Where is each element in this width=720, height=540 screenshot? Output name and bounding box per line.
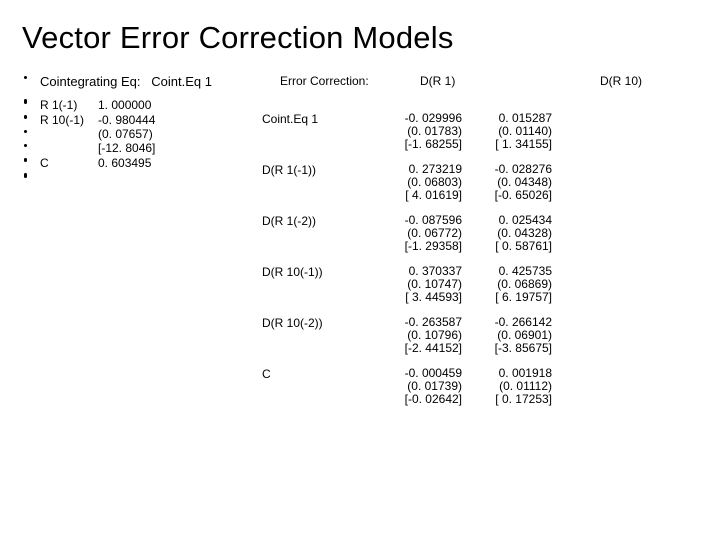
slide-title: Vector Error Correction Models [22, 20, 706, 56]
table-row: Coint.Eq 1-0. 029996(0. 01783)[-1. 68255… [0, 110, 720, 161]
err-corr-label: Error Correction: [280, 74, 390, 88]
row-label: D(R 10(-2)) [262, 316, 372, 355]
row-label: D(R 10(-1)) [262, 265, 372, 304]
col-dr1: D(R 1) [390, 74, 510, 88]
row-label: D(R 1(-2)) [262, 214, 372, 253]
row-label: Coint.Eq 1 [262, 112, 372, 151]
left-header: Cointegrating Eq: Coint.Eq 1 [40, 74, 280, 89]
table-row: D(R 1(-1))0. 273219(0. 06803)[ 4. 01619]… [0, 161, 720, 212]
slide: Vector Error Correction Models Cointegra… [0, 0, 720, 540]
table-row: C-0. 000459(0. 01739)[-0. 02642]0. 00191… [0, 365, 720, 416]
coint-eq-name: Coint.Eq 1 [151, 74, 212, 89]
table-row: D(R 10(-2))-0. 263587(0. 10796)[-2. 4415… [0, 314, 720, 365]
right-table: Coint.Eq 1-0. 029996(0. 01783)[-1. 68255… [0, 110, 720, 416]
header-row: Cointegrating Eq: Coint.Eq 1 Error Corre… [18, 74, 706, 89]
coint-eq-label: Cointegrating Eq: [40, 74, 140, 89]
row-label: D(R 1(-1)) [262, 163, 372, 202]
table-row: D(R 10(-1))0. 370337(0. 10747)[ 3. 44593… [0, 263, 720, 314]
table-row: D(R 1(-2))-0. 087596(0. 06772)[-1. 29358… [0, 212, 720, 263]
col-dr10: D(R 10) [600, 74, 680, 88]
right-header: Error Correction: D(R 1) D(R 10) [280, 74, 706, 88]
row-label: C [262, 367, 372, 406]
